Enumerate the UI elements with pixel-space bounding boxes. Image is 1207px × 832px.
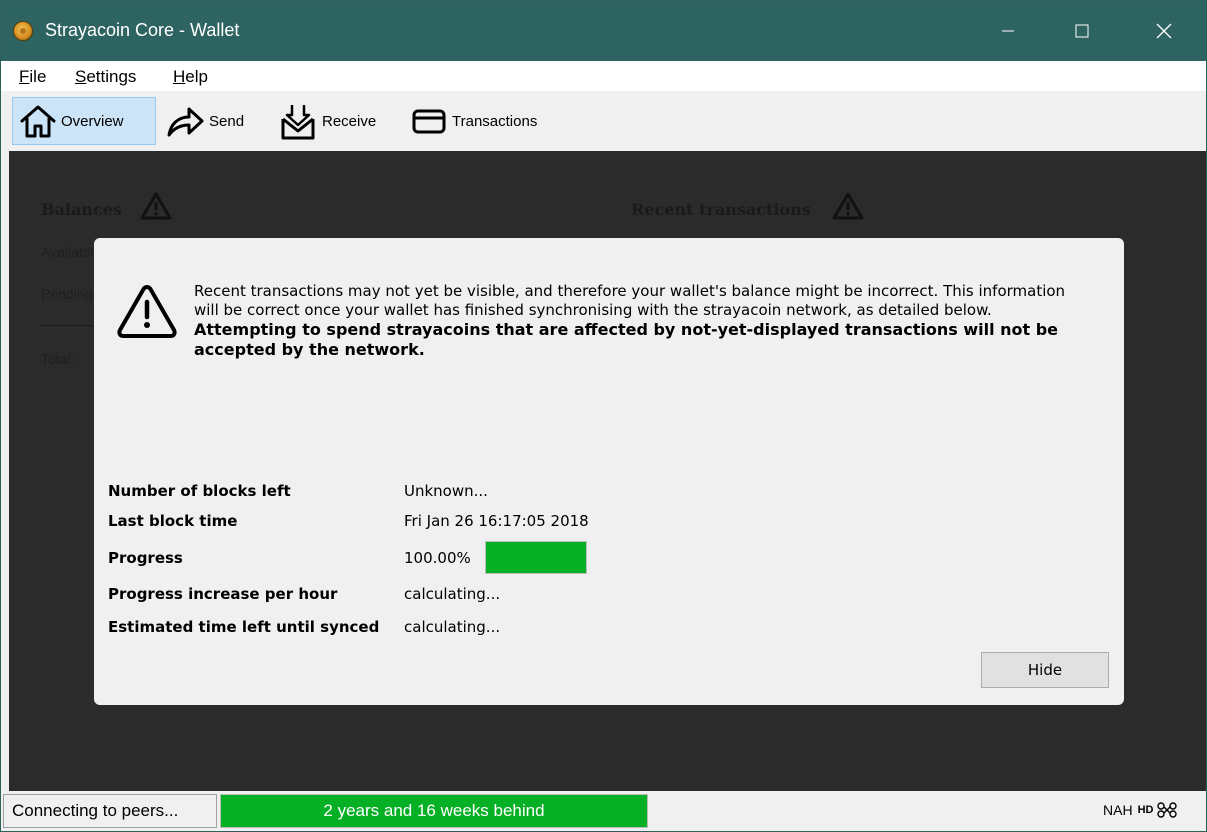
total-label: Total: bbox=[41, 351, 75, 367]
blocks-left-value: Unknown... bbox=[404, 482, 488, 500]
receive-icon bbox=[281, 105, 315, 140]
send-arrow-icon bbox=[167, 107, 204, 137]
tab-send-label: Send bbox=[209, 112, 245, 130]
balances-heading: Balances bbox=[41, 200, 122, 219]
network-activity-icon[interactable] bbox=[1156, 801, 1178, 819]
status-bar: Connecting to peers... 2 years and 16 we… bbox=[1, 791, 1206, 831]
time-left-value: calculating... bbox=[404, 618, 501, 636]
status-message: Connecting to peers... bbox=[3, 794, 217, 828]
maximize-icon bbox=[1075, 24, 1088, 38]
last-block-time-label: Last block time bbox=[108, 512, 238, 530]
tab-receive-label: Receive bbox=[322, 112, 377, 130]
close-icon bbox=[1156, 23, 1171, 39]
sync-modal-overlay: Recent transactions may not yet be visib… bbox=[94, 238, 1124, 705]
status-sync-progress-bar: 2 years and 16 weeks behind bbox=[220, 794, 648, 828]
blocks-left-label: Number of blocks left bbox=[108, 482, 291, 500]
sync-progress-bar bbox=[485, 541, 587, 574]
transactions-icon bbox=[412, 109, 446, 134]
main-window: Strayacoin Core - Wallet File Settings H… bbox=[0, 0, 1207, 832]
title-bar[interactable]: Strayacoin Core - Wallet bbox=[1, 1, 1206, 61]
menu-help-label: elp bbox=[185, 67, 208, 86]
tab-transactions-label: Transactions bbox=[452, 112, 538, 130]
warning-icon bbox=[117, 285, 177, 338]
balances-warning-icon[interactable] bbox=[139, 191, 173, 221]
tab-transactions[interactable]: Transactions bbox=[404, 97, 564, 145]
hide-button[interactable]: Hide bbox=[981, 652, 1109, 688]
menu-file-mnemonic: F bbox=[19, 67, 30, 86]
progress-value: 100.00% bbox=[404, 549, 471, 567]
home-icon bbox=[20, 105, 56, 138]
progress-per-hour-label: Progress increase per hour bbox=[108, 585, 338, 603]
last-block-time-value: Fri Jan 26 16:17:05 2018 bbox=[404, 512, 589, 530]
menu-help[interactable]: Help bbox=[173, 67, 208, 87]
minimize-button[interactable] bbox=[985, 1, 1030, 61]
sync-warning-message: Recent transactions may not yet be visib… bbox=[194, 282, 1094, 360]
menu-bar: File Settings Help bbox=[1, 61, 1206, 91]
tab-overview[interactable]: Overview bbox=[12, 97, 156, 145]
pending-label: Pending: bbox=[41, 286, 93, 302]
strayacoin-logo-icon bbox=[13, 21, 33, 41]
menu-file[interactable]: File bbox=[19, 67, 46, 87]
menu-settings-mnemonic: S bbox=[75, 67, 87, 86]
progress-per-hour-value: calculating... bbox=[404, 585, 501, 603]
menu-file-label: ile bbox=[29, 67, 47, 86]
minimize-icon bbox=[1001, 30, 1014, 32]
hd-wallet-badge: HD bbox=[1137, 804, 1154, 816]
progress-label: Progress bbox=[108, 549, 183, 567]
balance-divider bbox=[41, 325, 93, 326]
toolbar: Overview Send Receive Transactions bbox=[1, 91, 1206, 151]
sync-info-text: Recent transactions may not yet be visib… bbox=[194, 282, 1066, 319]
menu-settings-label: ettings bbox=[86, 67, 137, 86]
recent-transactions-warning-icon[interactable] bbox=[831, 191, 865, 221]
recent-transactions-heading: Recent transactions bbox=[631, 200, 811, 219]
sync-spend-warning: Attempting to spend strayacoins that are… bbox=[194, 320, 1059, 359]
status-sync-progress-text: 2 years and 16 weeks behind bbox=[323, 801, 545, 820]
menu-settings[interactable]: Settings bbox=[75, 67, 136, 87]
available-label: Available: bbox=[41, 244, 93, 260]
maximize-button[interactable] bbox=[1059, 1, 1104, 61]
unit-label[interactable]: NAH bbox=[1103, 802, 1133, 818]
menu-help-mnemonic: H bbox=[173, 67, 186, 86]
tab-send[interactable]: Send bbox=[159, 97, 259, 145]
time-left-label: Estimated time left until synced bbox=[108, 618, 380, 636]
close-button[interactable] bbox=[1141, 1, 1186, 61]
sync-progress-fill bbox=[486, 542, 586, 573]
tab-overview-label: Overview bbox=[61, 112, 124, 130]
status-indicators: NAH HD bbox=[1103, 801, 1178, 819]
window-title: Strayacoin Core - Wallet bbox=[45, 20, 240, 40]
tab-receive[interactable]: Receive bbox=[272, 97, 392, 145]
